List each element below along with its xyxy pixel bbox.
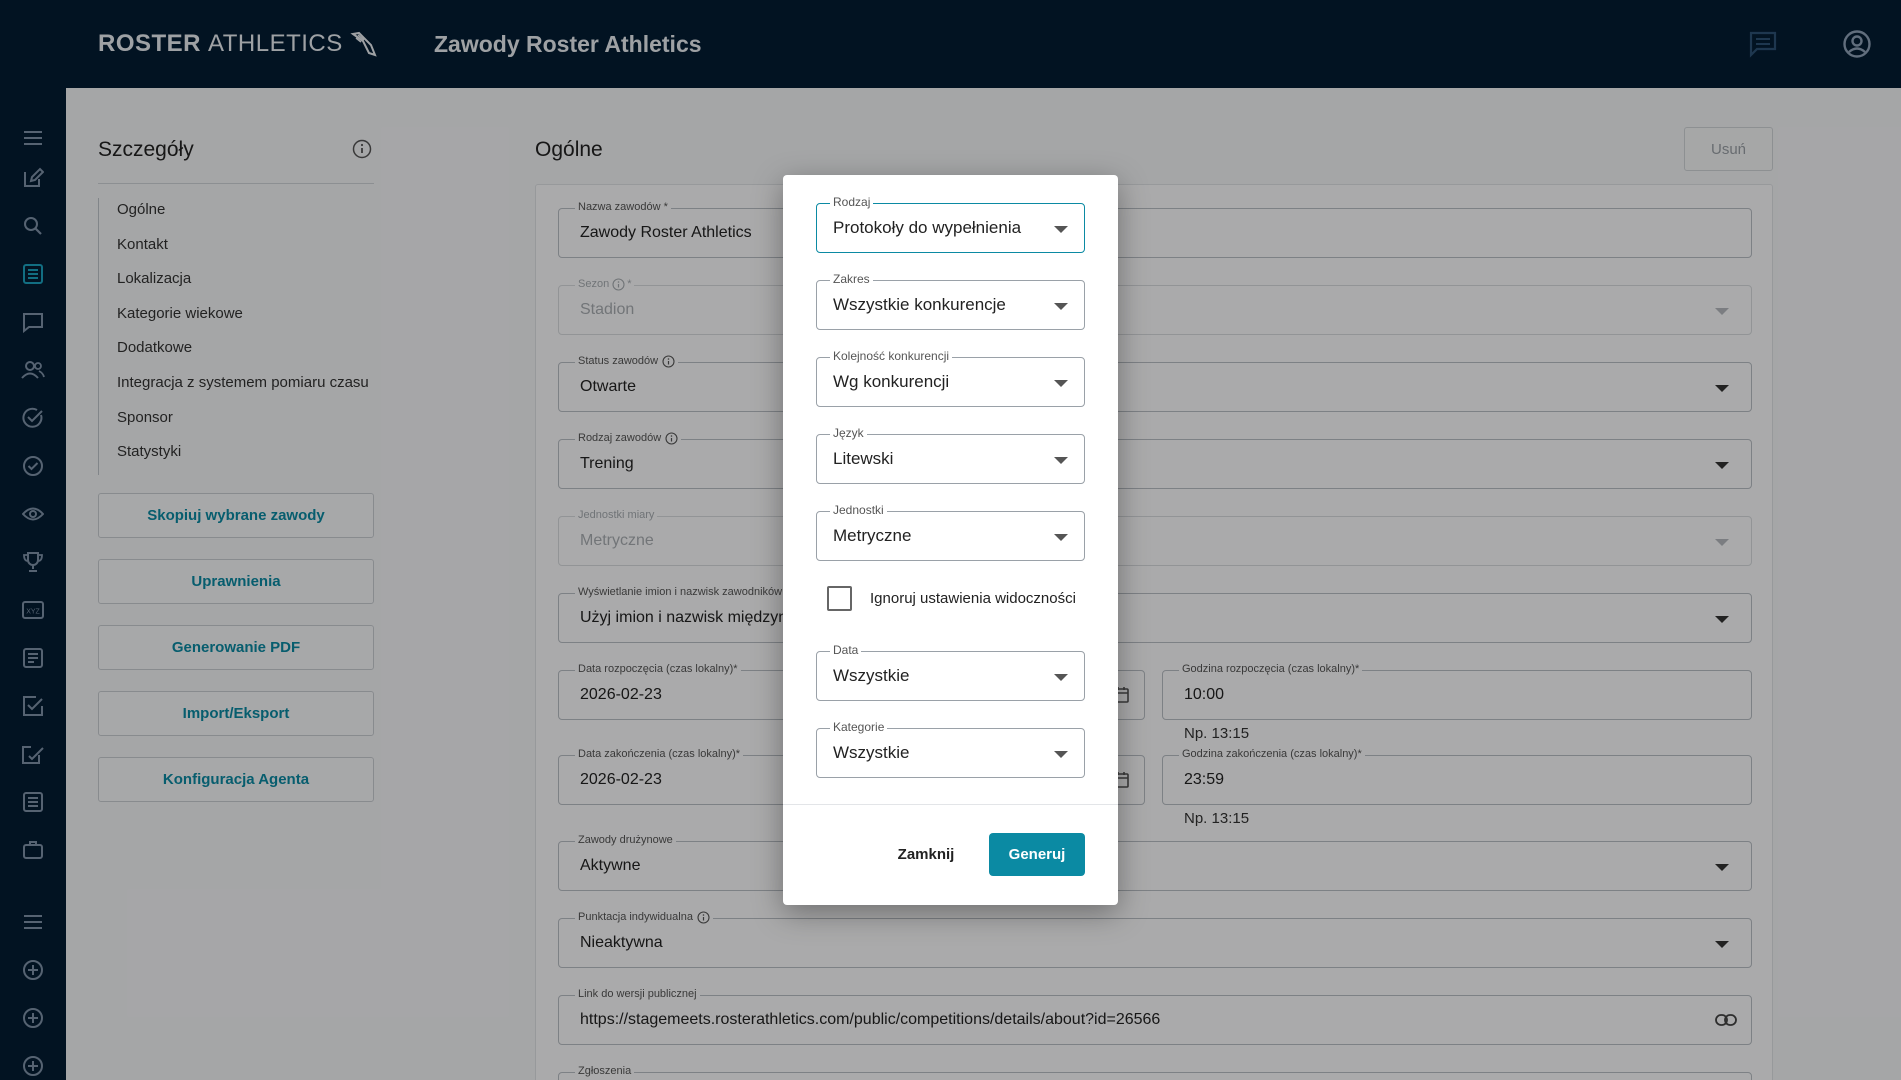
type-select[interactable]: Rodzaj Protokoły do wypełnienia (816, 195, 1085, 253)
chevron-down-icon (1054, 457, 1068, 464)
chevron-down-icon (1054, 380, 1068, 387)
close-button[interactable]: Zamknij (881, 832, 971, 876)
categories-select[interactable]: Kategorie Wszystkie (816, 720, 1085, 778)
language-select[interactable]: Język Litewski (816, 426, 1085, 484)
field-value: Litewski (833, 449, 894, 468)
chevron-down-icon (1054, 303, 1068, 310)
chevron-down-icon (1054, 751, 1068, 758)
field-value: Metryczne (833, 526, 912, 545)
generate-button[interactable]: Generuj (989, 833, 1085, 876)
field-label: Kolejność konkurencji (830, 349, 953, 363)
units-select[interactable]: Jednostki Metryczne (816, 503, 1085, 561)
field-label: Rodzaj (830, 195, 874, 209)
pdf-generation-dialog: Rodzaj Protokoły do wypełnienia Zakres W… (783, 175, 1118, 905)
ignore-visibility-row: Ignoruj ustawienia widoczności (827, 586, 1076, 611)
field-value: Wszystkie (833, 743, 910, 762)
ignore-visibility-checkbox[interactable] (827, 586, 852, 611)
checkbox-label: Ignoruj ustawienia widoczności (870, 590, 1076, 607)
event-order-select[interactable]: Kolejność konkurencji Wg konkurencji (816, 349, 1085, 407)
field-label: Data (830, 643, 862, 657)
field-value: Wszystkie (833, 666, 910, 685)
scope-select[interactable]: Zakres Wszystkie konkurencje (816, 272, 1085, 330)
date-select[interactable]: Data Wszystkie (816, 643, 1085, 701)
chevron-down-icon (1054, 534, 1068, 541)
field-label: Kategorie (830, 720, 888, 734)
field-label: Język (830, 426, 867, 440)
field-label: Jednostki (830, 503, 887, 517)
field-value: Wszystkie konkurencje (833, 295, 1006, 314)
field-value: Protokoły do wypełnienia (833, 218, 1022, 237)
field-value: Wg konkurencji (833, 372, 950, 391)
dialog-divider (783, 804, 1118, 805)
chevron-down-icon (1054, 674, 1068, 681)
chevron-down-icon (1054, 226, 1068, 233)
field-label: Zakres (830, 272, 873, 286)
